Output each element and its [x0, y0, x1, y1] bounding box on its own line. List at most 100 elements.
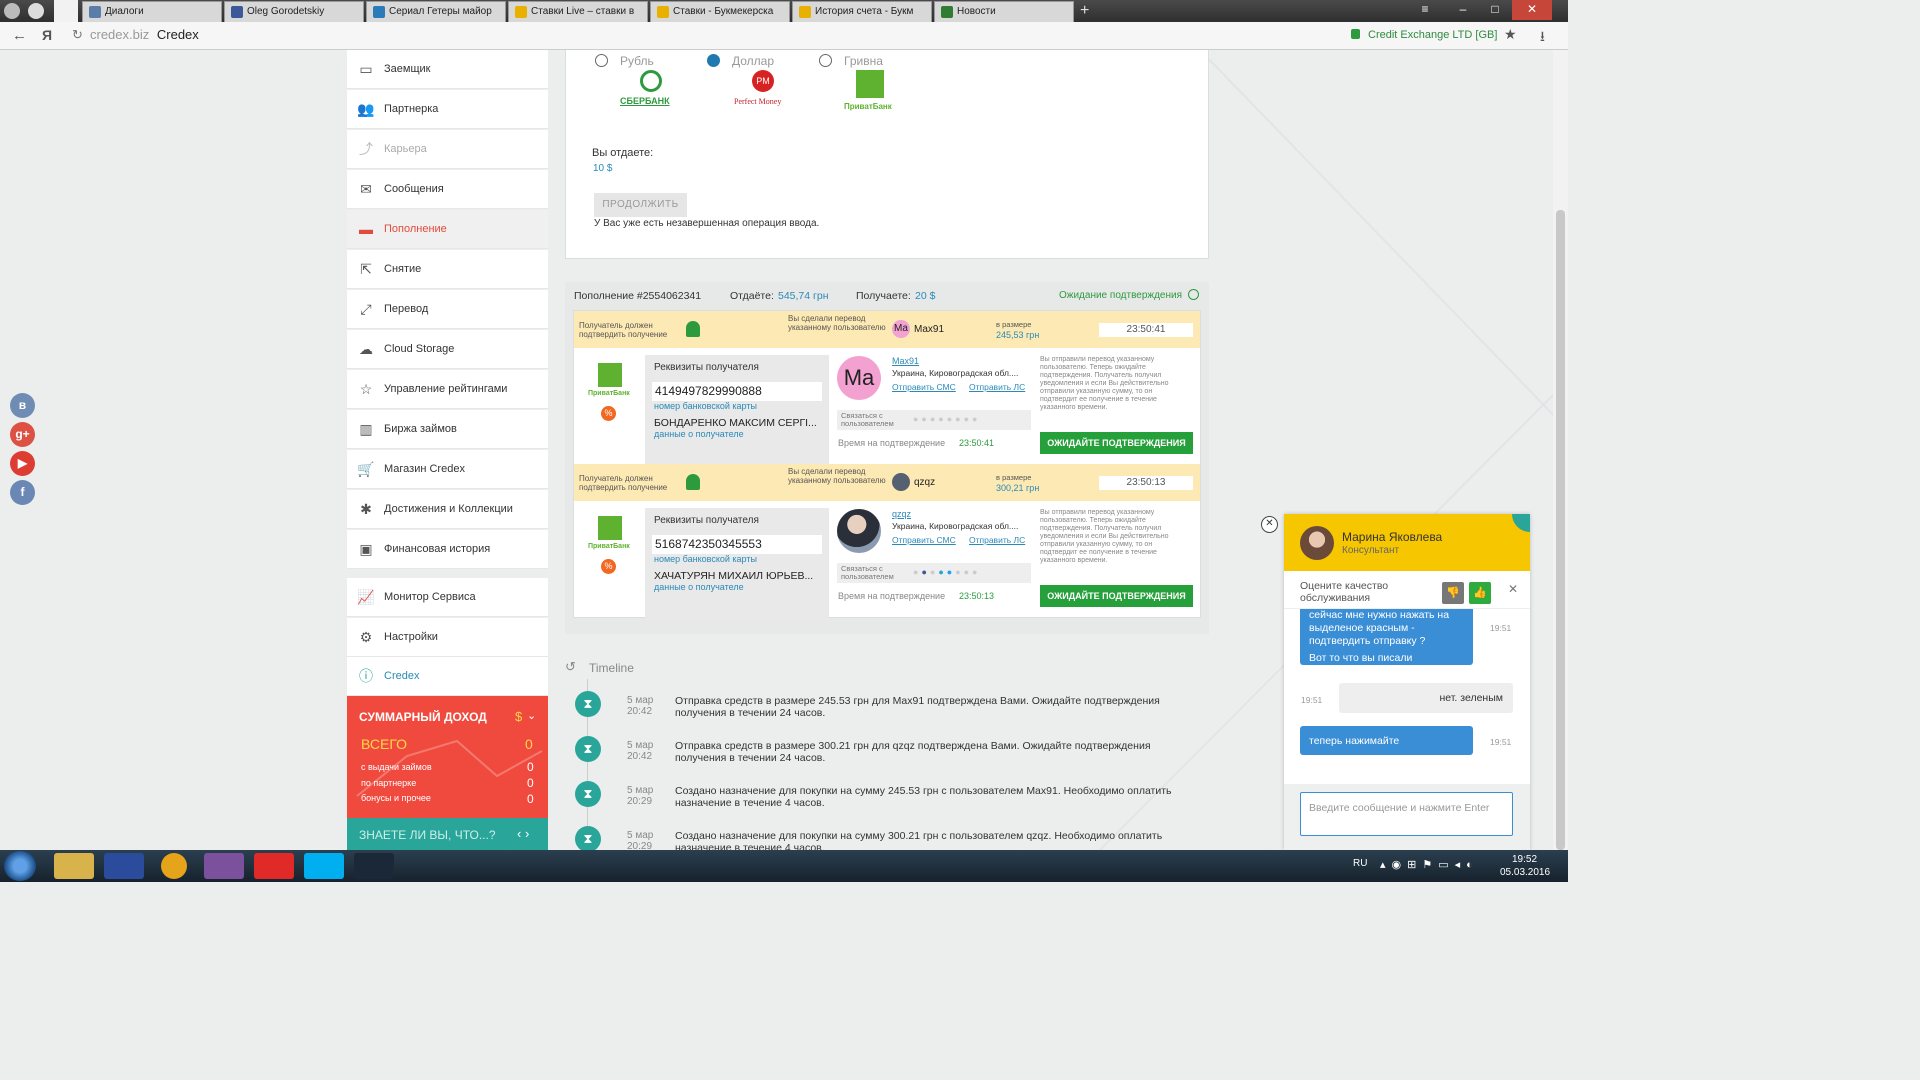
card-number-label: номер банковской карты [654, 401, 757, 411]
skype-icon[interactable] [304, 853, 344, 879]
contact-icons[interactable]: ●●●●●●●● [913, 414, 981, 424]
carousel-arrows-icon[interactable]: ‹ › [517, 826, 529, 841]
viber-icon[interactable] [204, 853, 244, 879]
ssl-label[interactable]: Credit Exchange LTD [GB] [1368, 29, 1497, 41]
sidebar-item-achievements[interactable]: ✱ Достижения и Коллекции [347, 490, 548, 529]
start-button[interactable] [4, 851, 36, 881]
sidebar-item-deposit[interactable]: ▬ Пополнение [347, 210, 548, 249]
agent-role: Консультант [1342, 545, 1400, 556]
sidebar-item-credex[interactable]: ⓘ Credex [347, 657, 548, 696]
sidebar-item-messages[interactable]: ✉ Сообщения [347, 170, 548, 209]
sidebar-item-career[interactable]: ⤴ Карьера [347, 130, 548, 169]
browser-menu-icon[interactable] [4, 3, 20, 19]
avatar[interactable] [837, 509, 881, 553]
facebook-icon[interactable]: f [10, 480, 35, 505]
sidebar-item-settings[interactable]: ⚙ Настройки [347, 618, 548, 657]
chevron-down-icon[interactable]: ⌄ [527, 709, 536, 722]
new-tab-button[interactable]: + [1080, 2, 1089, 20]
sidebar-item-borrower[interactable]: ▭ Заемщик [347, 50, 548, 89]
google-plus-icon[interactable]: g+ [10, 422, 35, 447]
avatar[interactable] [892, 473, 910, 491]
contact-icons[interactable]: ●●●●●●●● [913, 567, 981, 577]
perfect-money-logo[interactable]: PM Perfect Money [732, 70, 792, 112]
user-link[interactable]: qzqz [914, 477, 935, 488]
currency-radio-rub[interactable] [595, 54, 608, 67]
download-icon[interactable]: ⭳ [1540, 26, 1545, 50]
minimize-button[interactable]: – [1448, 0, 1478, 20]
wait-confirmation-button[interactable]: ОЖИДАЙТЕ ПОДТВЕРЖДЕНИЯ [1040, 585, 1193, 607]
page-scrollbar[interactable] [1553, 50, 1568, 850]
privatbank-logo[interactable]: ПриватБанк [844, 70, 904, 112]
sidebar-item-partner[interactable]: 👥 Партнерка [347, 90, 548, 129]
sidebar-item-financial-history[interactable]: ▣ Финансовая история [347, 530, 548, 569]
send-sms-link[interactable]: Отправить СМС [892, 535, 956, 545]
browser-tab[interactable]: Диалоги [82, 1, 222, 22]
pinned-tab-active[interactable] [54, 0, 78, 22]
hourglass-icon: ⧗ [575, 691, 601, 717]
chat-close-button[interactable]: ✕ [1261, 516, 1278, 533]
vk-icon[interactable]: в [10, 393, 35, 418]
send-pm-link[interactable]: Отправить ЛС [969, 382, 1025, 392]
message-time: 19:51 [1490, 737, 1512, 747]
maximize-button[interactable]: □ [1480, 0, 1510, 20]
card-number[interactable]: 4149497829990888 [652, 382, 822, 401]
browser-tab[interactable]: История счета - Букм [792, 1, 932, 22]
sidebar-item-loan-exchange[interactable]: ▥ Биржа займов [347, 410, 548, 449]
scrollbar-thumb[interactable] [1556, 210, 1565, 850]
yandex-icon[interactable]: Я [42, 27, 52, 43]
browser-tab[interactable]: Ставки - Букмекерска [650, 1, 790, 22]
user-link[interactable]: Max91 [914, 324, 944, 335]
currency-radio-uah[interactable] [819, 54, 832, 67]
sidebar-item-service-monitor[interactable]: 📈 Монитор Сервиса [347, 578, 548, 617]
user-link[interactable]: qzqz [892, 509, 911, 519]
user-link[interactable]: Max91 [892, 356, 919, 366]
did-you-know-panel[interactable]: ЗНАЕТЕ ЛИ ВЫ, ЧТО...? ‹ › [347, 818, 548, 850]
send-pm-link[interactable]: Отправить ЛС [969, 535, 1025, 545]
income-currency-select[interactable]: $ [515, 709, 522, 724]
browser-tab[interactable]: Ставки Live – ставки в [508, 1, 648, 22]
explorer-icon[interactable] [54, 853, 94, 879]
app-icon[interactable] [161, 853, 187, 879]
bookmark-star-icon[interactable]: ★ [1504, 26, 1517, 43]
wait-confirmation-button[interactable]: ОЖИДАЙТЕ ПОДТВЕРЖДЕНИЯ [1040, 432, 1193, 454]
send-sms-link[interactable]: Отправить СМС [892, 382, 956, 392]
url-domain: credex.biz [90, 27, 150, 42]
income-row-label: с выдачи займов [361, 762, 432, 772]
tray-icons[interactable]: ▴◉⊞⚑▭◂◐ [1380, 858, 1479, 871]
browser-menu-button[interactable]: ≡ [1410, 0, 1440, 20]
sidebar-item-ratings[interactable]: ☆ Управление рейтингами [347, 370, 548, 409]
language-indicator[interactable]: RU [1353, 858, 1367, 869]
chat-message-input[interactable]: Введите сообщение и нажмите Enter [1300, 792, 1513, 836]
url-field[interactable]: credex.biz Credex [90, 27, 199, 42]
income-title: СУММАРНЫЙ ДОХОД [359, 710, 487, 724]
card-number[interactable]: 5168742350345553 [652, 535, 822, 554]
close-rating-icon[interactable]: ✕ [1508, 582, 1518, 596]
steam-icon[interactable] [354, 853, 394, 879]
give-value[interactable]: 10 $ [593, 163, 612, 174]
thumbs-down-button[interactable]: 👎 [1442, 582, 1464, 604]
reload-icon[interactable]: ↻ [72, 27, 83, 43]
youtube-icon[interactable]: ▶ [10, 451, 35, 476]
browser-tab[interactable]: Новости [934, 1, 1074, 22]
currency-radio-usd[interactable] [707, 54, 720, 67]
clock-time[interactable]: 19:52 [1512, 854, 1537, 865]
yandex-browser-icon[interactable] [254, 853, 294, 879]
thumbs-up-button[interactable]: 👍 [1469, 582, 1491, 604]
pinned-tab-icon[interactable] [28, 3, 44, 19]
sidebar-item-shop[interactable]: 🛒 Магазин Credex [347, 450, 548, 489]
avatar[interactable]: Ma [837, 356, 881, 400]
browser-tab[interactable]: Сериал Гетеры майор [366, 1, 506, 22]
continue-button[interactable]: ПРОДОЛЖИТЬ [594, 193, 687, 217]
avatar[interactable]: Ma [892, 320, 910, 338]
sidebar-item-cloud-storage[interactable]: ☁ Cloud Storage [347, 330, 548, 369]
clock-date[interactable]: 05.03.2016 [1500, 867, 1550, 878]
back-icon[interactable]: ← [12, 27, 27, 44]
sberbank-logo[interactable]: СБЕРБАНК [620, 70, 680, 112]
save-app-icon[interactable] [104, 853, 144, 879]
browser-tab[interactable]: Oleg Gorodetskiy [224, 1, 364, 22]
sidebar-item-transfer[interactable]: ⤢ Перевод [347, 290, 548, 329]
user-location: Украина, Кировоградская обл.... [892, 368, 1019, 378]
timer: 23:50:13 [1099, 476, 1193, 490]
sidebar-item-withdraw[interactable]: ⇱ Снятие [347, 250, 548, 289]
close-window-button[interactable]: ✕ [1512, 0, 1552, 20]
